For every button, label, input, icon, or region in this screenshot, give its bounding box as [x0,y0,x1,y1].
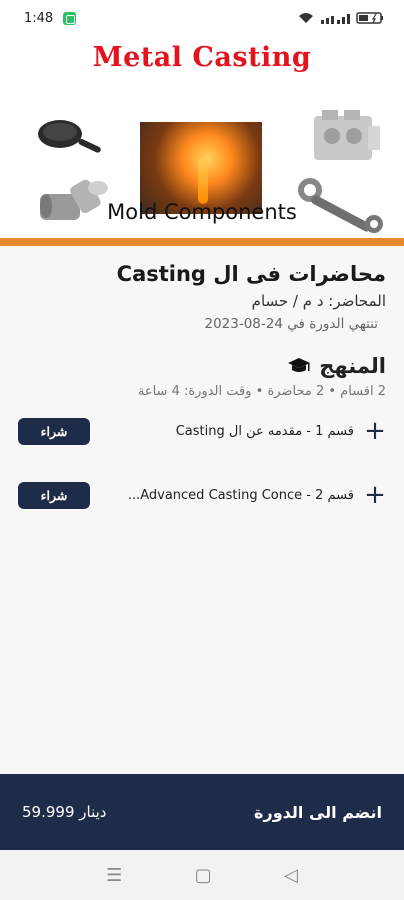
curriculum-section[interactable]: شراء + قسم 1 - مقدمه عن ال Casting [18,399,386,463]
join-course-button[interactable]: انضم الى الدورة [254,803,382,822]
course-details: محاضرات فى ال Casting المحاضر: د م / حسا… [0,262,404,527]
expand-plus-icon[interactable]: + [364,418,386,444]
expand-plus-icon[interactable]: + [364,482,386,508]
curriculum-heading: المنهج [319,354,386,378]
status-time: 1:48 [24,10,54,26]
banner-title: Metal Casting [92,42,312,73]
join-course-bar[interactable]: 59.999 دينار انضم الى الدورة [0,774,404,850]
curriculum-meta: 2 اقسام • 2 محاضرة • وقت الدورة: 4 ساعة [137,384,386,399]
banner-divider [0,238,404,246]
recent-apps-icon[interactable]: ☰ [106,865,122,886]
buy-section-2-button[interactable]: شراء [18,481,90,509]
battery-icon [356,12,383,24]
frying-pan-image [38,120,101,153]
curriculum-header: المنهج [18,354,386,378]
curriculum-section[interactable]: شراء + قسم 2 - Advanced Casting Conce... [18,463,386,527]
system-nav-bar: ☰ ▢ ◁ [0,850,404,900]
course-banner: Metal Casting Mold Components [0,36,404,238]
wifi-icon [299,13,313,23]
section-title[interactable]: قسم 1 - مقدمه عن ال Casting [176,424,354,439]
status-bar: 1:48 [0,0,404,36]
course-title: محاضرات فى ال Casting [116,262,386,286]
section-title[interactable]: قسم 2 - Advanced Casting Conce... [128,488,354,503]
back-icon[interactable]: ◁ [284,865,298,886]
course-price: 59.999 دينار [22,803,107,821]
home-icon[interactable]: ▢ [195,865,212,886]
instructor-name: المحاضر: د م / حسام [251,292,386,310]
notification-icon [63,11,77,25]
banner-subtitle: Mold Components [107,200,297,224]
buy-section-1-button[interactable]: شراء [18,417,90,445]
graduation-cap-icon [288,358,311,372]
course-end-date: تنتهي الدورة في 24-08-2023 [204,316,378,332]
signal-icon [321,14,350,24]
engine-block-image [314,110,380,160]
